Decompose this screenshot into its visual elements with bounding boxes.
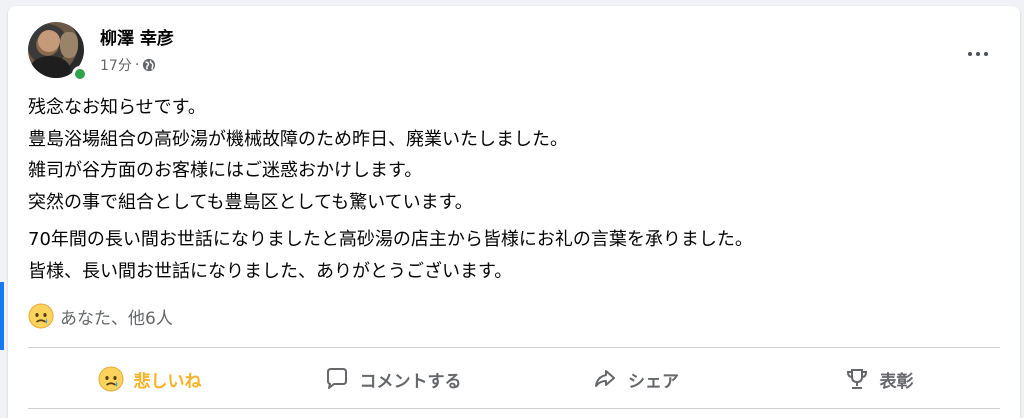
globe-icon [143,58,156,72]
meta-separator: · [134,57,140,73]
divider [28,347,1000,348]
sad-emoji-icon [28,303,54,329]
reactions-summary[interactable]: あなた、他6人 [28,303,173,329]
comment-icon [326,368,347,389]
sad-emoji-icon [98,366,123,392]
divider [28,408,1000,409]
post-line: 皆様、長い間お世話になりました、ありがとうございます。 [28,260,513,282]
focus-accent-bar [0,282,4,350]
author-name[interactable]: 柳澤 幸彦 [100,24,174,49]
share-label: シェア [628,371,679,392]
share-button[interactable]: シェア [514,355,757,403]
post-paragraph: 70年間の長い間お世話になりましたと高砂湯の店主から皆様にお礼の言葉を承りました… [28,224,753,287]
comment-button[interactable]: コメントする [271,355,514,403]
online-status-indicator [72,66,88,82]
post-time[interactable]: 17分 [100,55,132,75]
action-bar: 悲しいね コメントする シェア 表彰 [28,355,1000,403]
more-options-icon[interactable] [960,36,996,72]
reaction-count-text: あなた、他6人 [60,308,173,329]
post-meta: 17分 · [100,55,156,75]
post-paragraph: 残念なお知らせです。 豊島浴場組合の高砂湯が機械故障のため昨日、廃業いたしました… [28,92,753,218]
comment-label: コメントする [359,371,462,392]
post-card: 柳澤 幸彦 17分 · 残念なお知らせです。 豊島浴場組合の高砂湯が機械故障のた… [0,6,1020,418]
sad-reaction-button[interactable]: 悲しいね [28,355,271,403]
award-label: 表彰 [879,371,914,392]
post-line: 豊島浴場組合の高砂湯が機械故障のため昨日、廃業いたしました。 [28,128,568,150]
award-button[interactable]: 表彰 [757,355,1000,403]
post-line: 残念なお知らせです。 [28,97,206,118]
post-body: 残念なお知らせです。 豊島浴場組合の高砂湯が機械故障のため昨日、廃業いたしました… [28,92,753,293]
post-line: 雑司が谷方面のお客様にはご迷惑おかけします。 [28,160,423,181]
sad-reaction-label: 悲しいね [133,371,202,392]
post-line: 突然の事で組合としても豊島区としても驚いています。 [28,191,473,213]
post-line: 70年間の長い間お世話になりましたと高砂湯の店主から皆様にお礼の言葉を承りました… [28,229,753,250]
share-icon [595,370,615,387]
trophy-icon [846,369,867,389]
